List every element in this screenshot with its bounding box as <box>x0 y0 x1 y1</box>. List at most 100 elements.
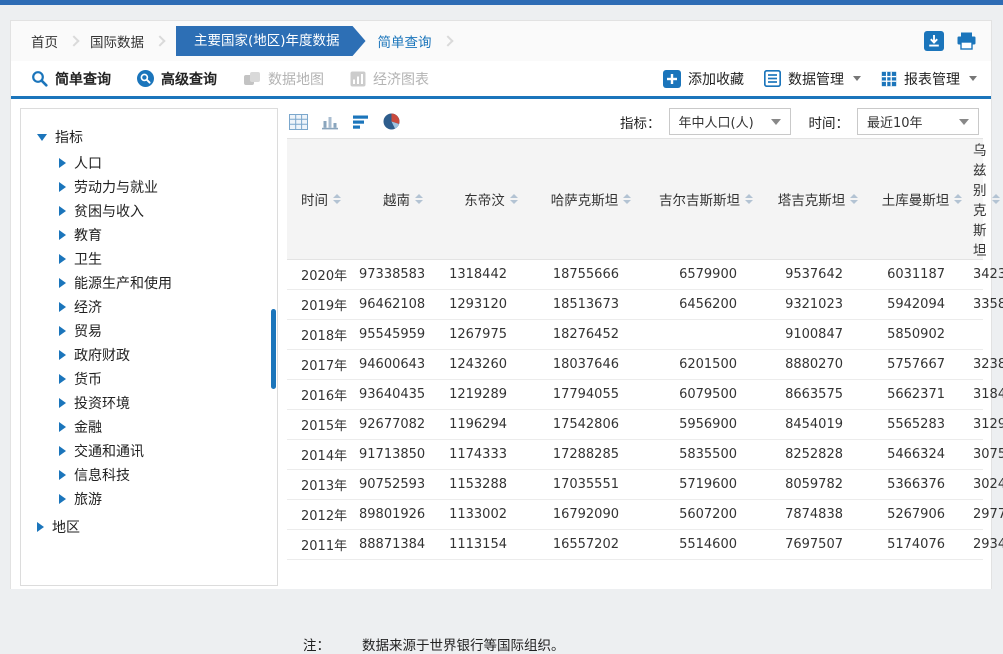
value-cell: 5956900 <box>647 410 765 440</box>
sort-desc-icon <box>850 200 858 204</box>
sidebar-item[interactable]: 政府财政 <box>59 343 269 367</box>
value-cell: 5267906 <box>871 500 973 530</box>
data-manage-label: 数据管理 <box>788 69 844 89</box>
sidebar-item[interactable]: 旅游 <box>59 487 269 511</box>
row-year-cell: 2019年 <box>287 290 359 320</box>
download-button[interactable] <box>924 31 944 51</box>
sidebar-item-indicators[interactable]: 指标 <box>37 123 269 151</box>
sidebar-item-label: 政府财政 <box>74 345 130 365</box>
value-cell: 17794055 <box>535 380 647 410</box>
breadcrumb-active-tab[interactable]: 主要国家(地区)年度数据 <box>176 26 366 56</box>
sort-icon[interactable] <box>850 194 858 204</box>
value-cell: 5942094 <box>871 290 973 320</box>
indicator-filter-label: 指标： <box>620 112 661 132</box>
sidebar-item[interactable]: 卫生 <box>59 247 269 271</box>
value-cell: 34232050 <box>973 260 983 290</box>
sidebar-item[interactable]: 贫困与收入 <box>59 199 269 223</box>
sidebar-item[interactable]: 交通和通讯 <box>59 439 269 463</box>
filters: 指标： 年中人口(人) 时间： 最近10年 <box>620 108 979 135</box>
report-manage-button[interactable]: 报表管理 <box>881 69 977 89</box>
sidebar-item-label: 投资环境 <box>74 393 130 413</box>
value-cell: 1196294 <box>447 410 535 440</box>
sidebar-item[interactable]: 经济 <box>59 295 269 319</box>
value-cell: 18755666 <box>535 260 647 290</box>
list-view-button[interactable] <box>352 114 370 130</box>
sidebar-item-region[interactable]: 地区 <box>37 513 269 541</box>
value-cell <box>647 320 765 350</box>
sort-asc-icon <box>850 194 858 198</box>
sort-icon[interactable] <box>992 194 1000 204</box>
value-cell: 6031187 <box>871 260 973 290</box>
sort-icon[interactable] <box>333 194 341 204</box>
table-body: 2020年97338583131844218755666657990095376… <box>287 260 983 560</box>
toolbar: 简单查询 高级查询 数据地图 经济图表 添加收藏 数据管理 <box>11 61 991 99</box>
economic-chart-label: 经济图表 <box>373 69 429 89</box>
economic-chart-button[interactable]: 经济图表 <box>350 69 429 89</box>
sidebar-item[interactable]: 信息科技 <box>59 463 269 487</box>
sidebar-item[interactable]: 投资环境 <box>59 391 269 415</box>
time-select[interactable]: 最近10年 <box>857 108 979 135</box>
sidebar-item[interactable]: 贸易 <box>59 319 269 343</box>
value-cell: 8880270 <box>765 350 871 380</box>
sidebar-item-label: 能源生产和使用 <box>74 273 172 293</box>
sidebar-item[interactable]: 劳动力与就业 <box>59 175 269 199</box>
sidebar-item[interactable]: 货币 <box>59 367 269 391</box>
sort-icon[interactable] <box>415 194 423 204</box>
chart-icon <box>350 71 366 87</box>
column-header[interactable]: 越南 <box>359 139 447 260</box>
column-header[interactable]: 哈萨克斯坦 <box>535 139 647 260</box>
column-header[interactable]: 吉尔吉斯斯坦 <box>647 139 765 260</box>
plus-icon <box>663 70 681 88</box>
pie-chart-view-button[interactable] <box>383 113 400 130</box>
expand-arrow-icon <box>59 374 66 384</box>
sidebar-region-label: 地区 <box>52 517 80 537</box>
breadcrumb-home[interactable]: 首页 <box>31 31 58 51</box>
table-view-button[interactable] <box>289 114 308 130</box>
sort-asc-icon <box>992 194 1000 198</box>
sort-icon[interactable] <box>623 194 631 204</box>
sort-icon[interactable] <box>745 194 753 204</box>
table-row: 2011年88871384111315416557202551460076975… <box>287 530 983 560</box>
column-header-label: 乌兹别克斯坦 <box>973 139 987 259</box>
value-cell: 9537642 <box>765 260 871 290</box>
column-header-label: 吉尔吉斯斯坦 <box>659 189 740 209</box>
sort-desc-icon <box>415 200 423 204</box>
add-favorite-button[interactable]: 添加收藏 <box>663 69 744 89</box>
sort-icon[interactable] <box>510 194 518 204</box>
table-row: 2019年96462108129312018513673645620093210… <box>287 290 983 320</box>
sidebar-item[interactable]: 金融 <box>59 415 269 439</box>
column-header[interactable]: 东帝汶 <box>447 139 535 260</box>
print-button[interactable] <box>956 31 977 51</box>
breadcrumb-simple-query[interactable]: 简单查询 <box>378 31 432 51</box>
value-cell: 5662371 <box>871 380 973 410</box>
sidebar-scrollbar-thumb[interactable] <box>271 309 276 389</box>
column-header[interactable]: 时间 <box>287 139 359 260</box>
data-manage-button[interactable]: 数据管理 <box>764 69 861 89</box>
column-header[interactable]: 塔吉克斯坦 <box>765 139 871 260</box>
sidebar-item[interactable]: 能源生产和使用 <box>59 271 269 295</box>
chevron-right-icon <box>442 35 453 46</box>
column-header[interactable]: 土库曼斯坦 <box>871 139 973 260</box>
table-controls: 指标： 年中人口(人) 时间： 最近10年 <box>287 108 983 135</box>
sort-icon[interactable] <box>954 194 962 204</box>
expand-arrow-icon <box>59 422 66 432</box>
sort-desc-icon <box>992 200 1000 204</box>
simple-query-label: 简单查询 <box>55 69 111 89</box>
bar-chart-view-button[interactable] <box>321 114 339 130</box>
indicator-select[interactable]: 年中人口(人) <box>669 108 791 135</box>
advanced-query-button[interactable]: 高级查询 <box>137 69 217 89</box>
column-header-content: 乌兹别克斯坦 <box>973 139 1000 259</box>
chevron-down-icon <box>959 119 969 125</box>
expand-arrow-icon <box>59 302 66 312</box>
row-year-cell: 2016年 <box>287 380 359 410</box>
sidebar-item[interactable]: 教育 <box>59 223 269 247</box>
data-map-label: 数据地图 <box>268 69 324 89</box>
sidebar-item[interactable]: 人口 <box>59 151 269 175</box>
column-header[interactable]: 乌兹别克斯坦 <box>973 139 983 260</box>
simple-query-button[interactable]: 简单查询 <box>31 69 111 89</box>
data-table: 时间越南东帝汶哈萨克斯坦吉尔吉斯斯坦 塔吉克斯坦土库曼斯坦乌兹别克斯坦 2020年… <box>287 138 983 560</box>
value-cell: 5565283 <box>871 410 973 440</box>
data-map-button[interactable]: 数据地图 <box>243 69 324 89</box>
breadcrumb-international-data[interactable]: 国际数据 <box>90 31 144 51</box>
expand-arrow-icon <box>59 398 66 408</box>
